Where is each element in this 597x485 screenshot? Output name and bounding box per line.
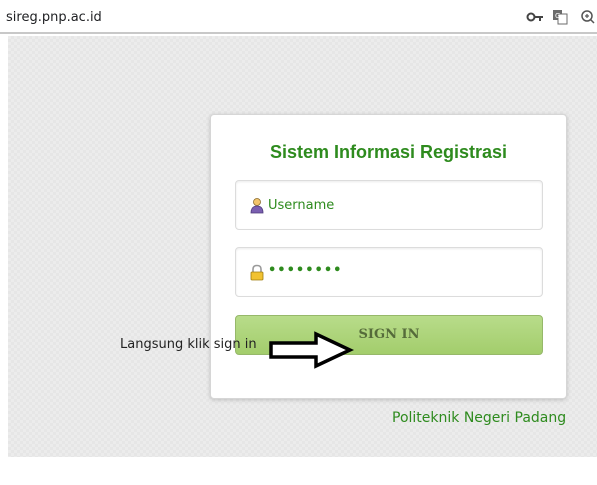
annotation-note: Langsung klik sign in [120, 337, 257, 352]
username-field[interactable]: Username [235, 180, 543, 230]
svg-text:G: G [555, 12, 560, 20]
lock-icon [250, 264, 264, 281]
user-icon [250, 198, 264, 214]
translate-icon[interactable]: G [552, 8, 568, 26]
password-value: •••••••• [268, 263, 343, 278]
browser-url-bar[interactable]: sireg.pnp.ac.id G [0, 0, 597, 34]
login-card: Sistem Informasi Registrasi Username •••… [210, 114, 567, 399]
zoom-icon[interactable] [580, 8, 596, 26]
login-title: Sistem Informasi Registrasi [269, 142, 508, 162]
url-text[interactable]: sireg.pnp.ac.id [6, 10, 102, 25]
password-field[interactable]: •••••••• [235, 247, 543, 297]
right-arrow-icon [269, 331, 354, 369]
username-placeholder: Username [268, 198, 335, 213]
institution-footer: Politeknik Negeri Padang [392, 410, 567, 426]
key-icon[interactable] [526, 8, 544, 26]
